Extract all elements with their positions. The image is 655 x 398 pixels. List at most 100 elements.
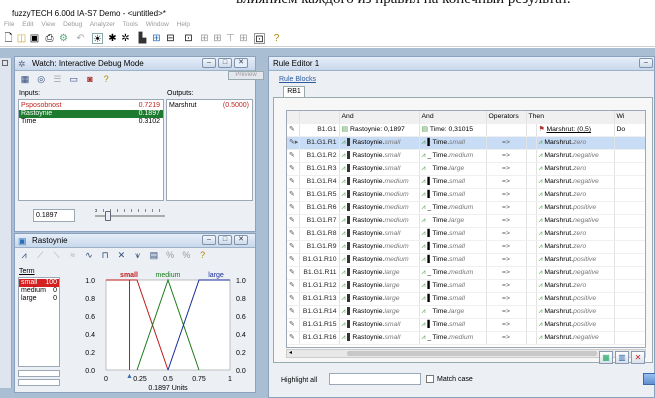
rule-output[interactable]: ⩘ Marshrut.positive xyxy=(536,318,615,332)
find-button[interactable] xyxy=(643,373,655,385)
rule-rastoynie[interactable]: ⩘ Rastoynie.large xyxy=(339,305,420,319)
watch-list-icon[interactable]: ☰ xyxy=(51,74,63,85)
rule-editor-titlebar[interactable]: Rule Editor 1 – xyxy=(269,57,654,71)
rule-row[interactable]: ✎ B1.G1.R10 ⩘ Rastoynie.medium ⩘ ▌Time.smal… xyxy=(287,253,645,267)
watch-help-icon[interactable]: ? xyxy=(100,74,112,85)
close-button[interactable]: ✕ xyxy=(234,58,248,68)
variables-icon[interactable]: ✱ xyxy=(107,33,118,44)
menu-help[interactable]: Help xyxy=(177,21,190,28)
term-row-selected[interactable]: small 100 xyxy=(19,279,59,287)
edit-icon[interactable]: ✎ xyxy=(287,162,300,176)
rule-output[interactable]: ⩘ Marshrut.negative xyxy=(536,331,615,345)
group-row[interactable]: ✎ B1.G1 ▤ Rastoynie: 0,1897 ▤ Time: 0,31… xyxy=(287,123,645,137)
watch-grid-icon[interactable]: ▦ xyxy=(19,74,31,85)
rule-rastoynie[interactable]: ⩘ Rastoynie.medium xyxy=(339,188,420,202)
edit-icon[interactable]: ✎ xyxy=(287,240,300,254)
help-icon[interactable]: ? xyxy=(271,33,282,44)
close-button[interactable]: ✕ xyxy=(234,235,248,245)
rule-time[interactable]: ⩘ Time.large xyxy=(419,305,487,319)
term-field-1[interactable] xyxy=(18,370,60,377)
variable-help-icon[interactable]: ? xyxy=(197,250,209,261)
term-icon-3[interactable]: ⟍ xyxy=(50,250,62,261)
col-operators[interactable]: Operators xyxy=(486,111,527,124)
rule-output[interactable]: ⩘ Marshrut.zero xyxy=(536,136,615,150)
menu-analyzer[interactable]: Analyzer xyxy=(90,21,115,28)
layout-icon[interactable]: ⊡ xyxy=(254,33,265,45)
maximize-button[interactable]: □ xyxy=(218,58,232,68)
rule-output[interactable]: ⩘ Marshrut.positive xyxy=(536,253,615,267)
term-icon-4[interactable]: ≈ xyxy=(67,250,79,261)
term-shape-icon-1[interactable]: ∿ xyxy=(83,250,95,261)
term-row[interactable]: large 0 xyxy=(19,295,59,303)
window2-icon[interactable]: ⊞ xyxy=(199,33,210,44)
minimize-button[interactable]: – xyxy=(202,235,216,245)
rule-output[interactable]: ⩘ Marshrut.positive xyxy=(536,201,615,215)
rule-rastoynie[interactable]: ⩘ Rastoynie.large xyxy=(339,279,420,293)
rule-time[interactable]: ⩘ ▌Time.small xyxy=(419,136,487,150)
rule-time[interactable]: ⩘ ▌Time.small xyxy=(419,253,487,267)
rule-row[interactable]: ✎ B1.G1.R11 ⩘ Rastoynie.large ⩘ _Time.mediu… xyxy=(287,266,645,280)
edit-icon[interactable]: ✎ xyxy=(287,318,300,332)
output-row[interactable]: Marshrut (0.5000) xyxy=(167,102,252,110)
edit-icon[interactable]: ✎ xyxy=(287,188,300,202)
rule-time[interactable]: ⩘ ▌Time.small xyxy=(419,175,487,189)
rule-output[interactable]: ⩘ Marshrut.zero xyxy=(536,240,615,254)
edit-icon[interactable]: ✎ xyxy=(287,266,300,280)
analyzer-icon[interactable]: ▙ xyxy=(137,33,148,44)
rule-time[interactable]: ⩘ ▌Time.small xyxy=(419,292,487,306)
rule-output[interactable]: ⩘ Marshrut.negative xyxy=(536,149,615,163)
menu-view[interactable]: View xyxy=(41,21,55,28)
rule-rastoynie[interactable]: ⩘ Rastoynie.small xyxy=(339,227,420,241)
rule-time[interactable]: ⩘ _Time.medium xyxy=(419,201,487,215)
rule-rastoynie[interactable]: ⩘ Rastoynie.medium xyxy=(339,175,420,189)
rule-output[interactable]: ⩘ Marshrut.zero xyxy=(536,162,615,176)
rule-time[interactable]: ⩘ ▌Time.small xyxy=(419,318,487,332)
rule-time[interactable]: ⩘ ▌Time.small xyxy=(419,188,487,202)
edit-icon[interactable]: ✎▸ xyxy=(287,136,300,150)
menu-debug[interactable]: Debug xyxy=(63,21,82,28)
rule-output[interactable]: ⩘ Marshrut.negative xyxy=(536,214,615,228)
rule-rastoynie[interactable]: ⩘ Rastoynie.medium xyxy=(339,240,420,254)
rule-time[interactable]: ⩘ ▌Time.small xyxy=(419,240,487,254)
minimize-button[interactable]: – xyxy=(639,58,653,68)
term-shape-icon-4[interactable]: ⩛ xyxy=(132,250,144,261)
rule-row[interactable]: ✎ B1.G1.R5 ⩘ Rastoynie.medium ⩘ ▌Time.small… xyxy=(287,188,645,202)
edit-icon[interactable]: ✎ xyxy=(287,292,300,306)
rule-output[interactable]: ⩘ Marshrut.zero xyxy=(536,188,615,202)
rule-rastoynie[interactable]: ⩘ Rastoynie.small xyxy=(339,318,420,332)
edit-icon[interactable]: ✎ xyxy=(287,201,300,215)
print-icon[interactable]: ⎙ xyxy=(44,33,55,44)
rule-rastoynie[interactable]: ⩘ Rastoynie.large xyxy=(339,266,420,280)
rule-row[interactable]: ✎ B1.G1.R2 ⩘ Rastoynie.small ⩘ _Time.medium… xyxy=(287,149,645,163)
term-icon-2[interactable]: ⟋ xyxy=(34,250,46,261)
rule-output[interactable]: ⩘ Marshrut.positive xyxy=(536,292,615,306)
rule-rastoynie[interactable]: ⩘ Rastoynie.medium xyxy=(339,253,420,267)
input-value-field[interactable]: 0.1897 xyxy=(33,209,75,222)
edit-icon[interactable]: ✎ xyxy=(287,214,300,228)
rule-rastoynie[interactable]: ⩘ Rastoynie.large xyxy=(339,292,420,306)
highlight-input[interactable] xyxy=(329,373,421,385)
watch-def-icon[interactable]: ▭ xyxy=(68,74,80,85)
rule-rastoynie[interactable]: ⩘ Rastoynie.small xyxy=(339,331,420,345)
rule-row[interactable]: ✎ B1.G1.R13 ⩘ Rastoynie.large ⩘ ▌Time.small… xyxy=(287,292,645,306)
dock-pin-icon[interactable] xyxy=(2,60,8,66)
rule-row[interactable]: ✎ B1.G1.R15 ⩘ Rastoynie.small ⩘ ▌Time.small… xyxy=(287,318,645,332)
rule-row[interactable]: ✎ B1.G1.R7 ⩘ Rastoynie.medium ⩘ Time.large =… xyxy=(287,214,645,228)
scrollbar-thumb[interactable] xyxy=(347,351,597,356)
slider-thumb[interactable] xyxy=(105,211,112,221)
rule-row[interactable]: ✎ B1.G1.R3 ⩘ Rastoynie.small ⩘ Time.large =>… xyxy=(287,162,645,176)
rule-time[interactable]: ⩘ Time.large xyxy=(419,214,487,228)
rule-row[interactable]: ✎ B1.G1.R9 ⩘ Rastoynie.medium ⩘ ▌Time.small… xyxy=(287,240,645,254)
input-row-selected[interactable]: Rastoynie 0.1897 xyxy=(19,110,163,118)
minimize-button[interactable]: – xyxy=(202,58,216,68)
chart-icon[interactable]: ⊞ xyxy=(151,33,162,44)
col-and-2[interactable]: And xyxy=(419,111,487,124)
col-wi[interactable]: Wi xyxy=(614,111,645,124)
rule-row[interactable]: ✎ B1.G1.R12 ⩘ Rastoynie.large ⩘ ▌Time.small… xyxy=(287,279,645,293)
watch-record-icon[interactable]: ◙ xyxy=(84,74,96,85)
term-add-icon[interactable]: ⩘ xyxy=(18,250,30,261)
rule-output[interactable]: ⩘ Marshrut.positive xyxy=(536,305,615,319)
menu-tools[interactable]: Tools xyxy=(123,21,138,28)
menu-edit[interactable]: Edit xyxy=(22,21,33,28)
rule-output[interactable]: ⩘ Marshrut.zero xyxy=(536,279,615,293)
